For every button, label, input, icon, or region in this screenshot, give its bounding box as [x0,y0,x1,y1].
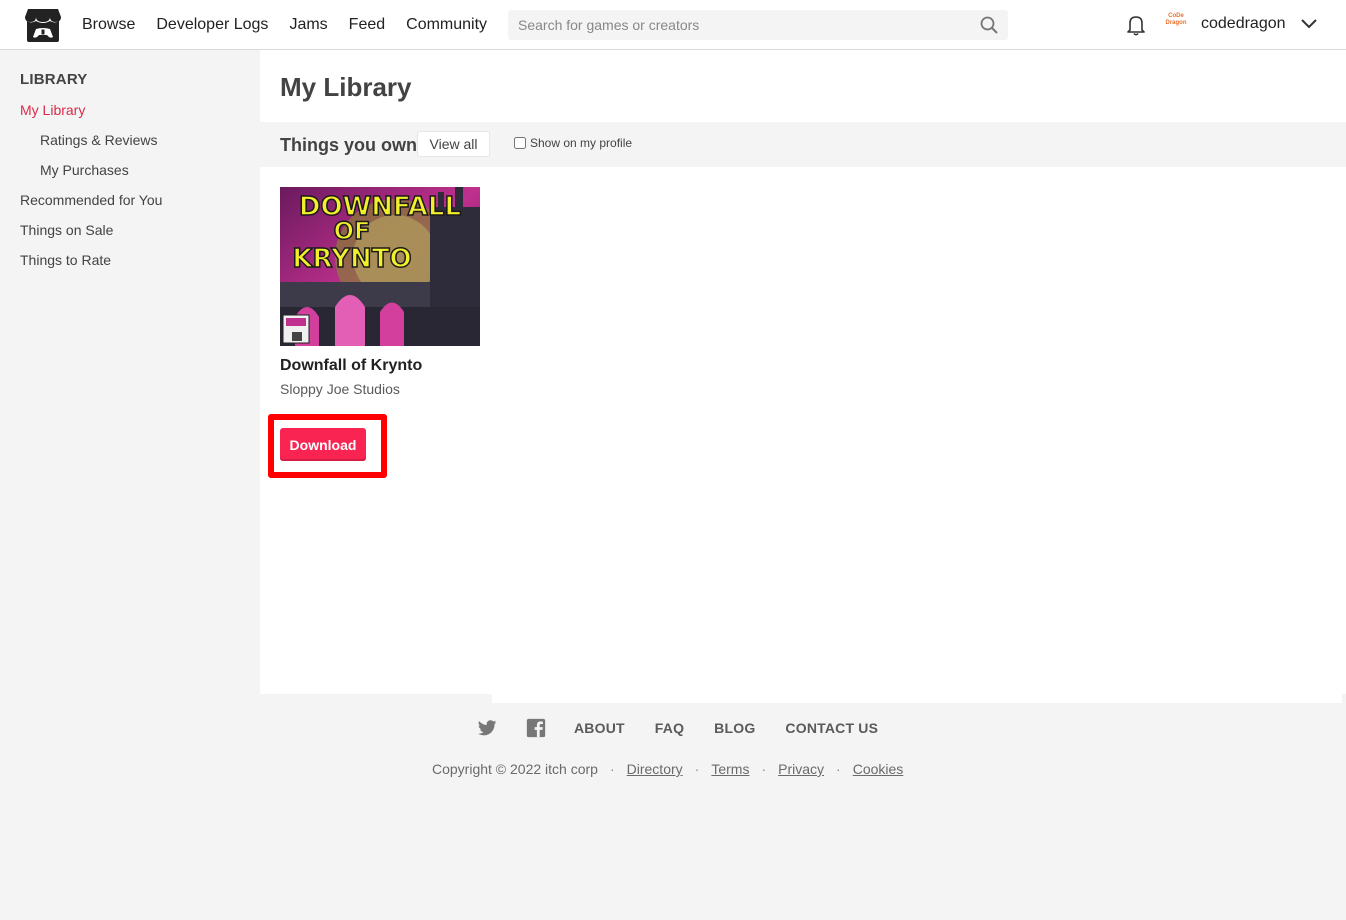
main-nav: Browse Developer Logs Jams Feed Communit… [82,0,508,50]
footer-faq-link[interactable]: FAQ [655,720,684,736]
sidebar-item-ratings-reviews[interactable]: Ratings & Reviews [40,132,158,148]
game-cover-art: DOWNFALL OF KRYNTO [280,187,480,346]
search-box [508,10,1008,40]
footer-contact-link[interactable]: CONTACT US [785,720,878,736]
footer-copyright: Copyright © 2022 itch corp · Directory ·… [432,761,903,777]
download-button[interactable]: Download [280,428,366,461]
top-header: Browse Developer Logs Jams Feed Communit… [0,0,1346,50]
footer-privacy-link[interactable]: Privacy [778,761,824,777]
sidebar-heading: LIBRARY [20,71,88,88]
library-sidebar: LIBRARY My Library Ratings & Reviews My … [0,50,260,920]
nav-developer-logs[interactable]: Developer Logs [156,16,268,34]
nav-feed[interactable]: Feed [349,16,385,34]
main-bottom-strip [492,694,1342,703]
facebook-icon[interactable] [525,717,547,739]
game-author[interactable]: Sloppy Joe Studios [280,381,400,397]
bell-icon[interactable] [1126,14,1146,36]
page-title: My Library [280,72,412,102]
cover-text-line-2: OF [334,217,371,245]
footer-about-link[interactable]: ABOUT [574,720,625,736]
game-cover-image[interactable]: DOWNFALL OF KRYNTO [280,187,480,346]
nav-jams[interactable]: Jams [289,16,327,34]
nav-community[interactable]: Community [406,16,487,34]
itch-logo-icon[interactable] [24,7,62,43]
cover-text-line-3: KRYNTO [292,244,411,274]
owned-section-header: Things you own View all Show on my profi… [260,122,1346,167]
nav-browse[interactable]: Browse [82,16,135,34]
chevron-down-icon[interactable] [1300,17,1318,31]
cover-text-line-1: DOWNFALL [299,192,461,222]
footer-links: ABOUT FAQ BLOG CONTACT US [476,716,908,740]
sidebar-item-things-on-sale[interactable]: Things on Sale [20,222,113,238]
separator: · [694,761,700,777]
footer-terms-link[interactable]: Terms [711,761,749,777]
username[interactable]: codedragon [1201,15,1286,33]
footer-blog-link[interactable]: BLOG [714,720,755,736]
sidebar-item-things-to-rate[interactable]: Things to Rate [20,252,111,268]
show-on-profile-checkbox[interactable] [514,137,526,149]
separator: · [836,761,841,777]
sidebar-item-my-purchases[interactable]: My Purchases [40,162,129,178]
section-title: Things you own [280,135,417,155]
view-all-button[interactable]: View all [417,131,490,157]
library-main: My Library Things you own View all Show … [260,50,1346,694]
show-on-profile-label: Show on my profile [530,136,633,150]
twitter-icon[interactable] [476,717,498,739]
sidebar-item-recommended[interactable]: Recommended for You [20,192,162,208]
separator: · [609,761,615,777]
show-on-profile-toggle[interactable]: Show on my profile [514,136,632,150]
game-title[interactable]: Downfall of Krynto [280,357,422,375]
sidebar-item-my-library[interactable]: My Library [20,102,85,118]
footer-directory-link[interactable]: Directory [627,761,683,777]
search-input[interactable] [508,10,968,40]
copyright-text: Copyright © 2022 itch corp [432,761,598,777]
separator: · [761,761,767,777]
avatar[interactable]: CoDe Dragon [1163,13,1189,35]
footer-cookies-link[interactable]: Cookies [853,761,904,777]
search-icon[interactable] [980,16,998,34]
